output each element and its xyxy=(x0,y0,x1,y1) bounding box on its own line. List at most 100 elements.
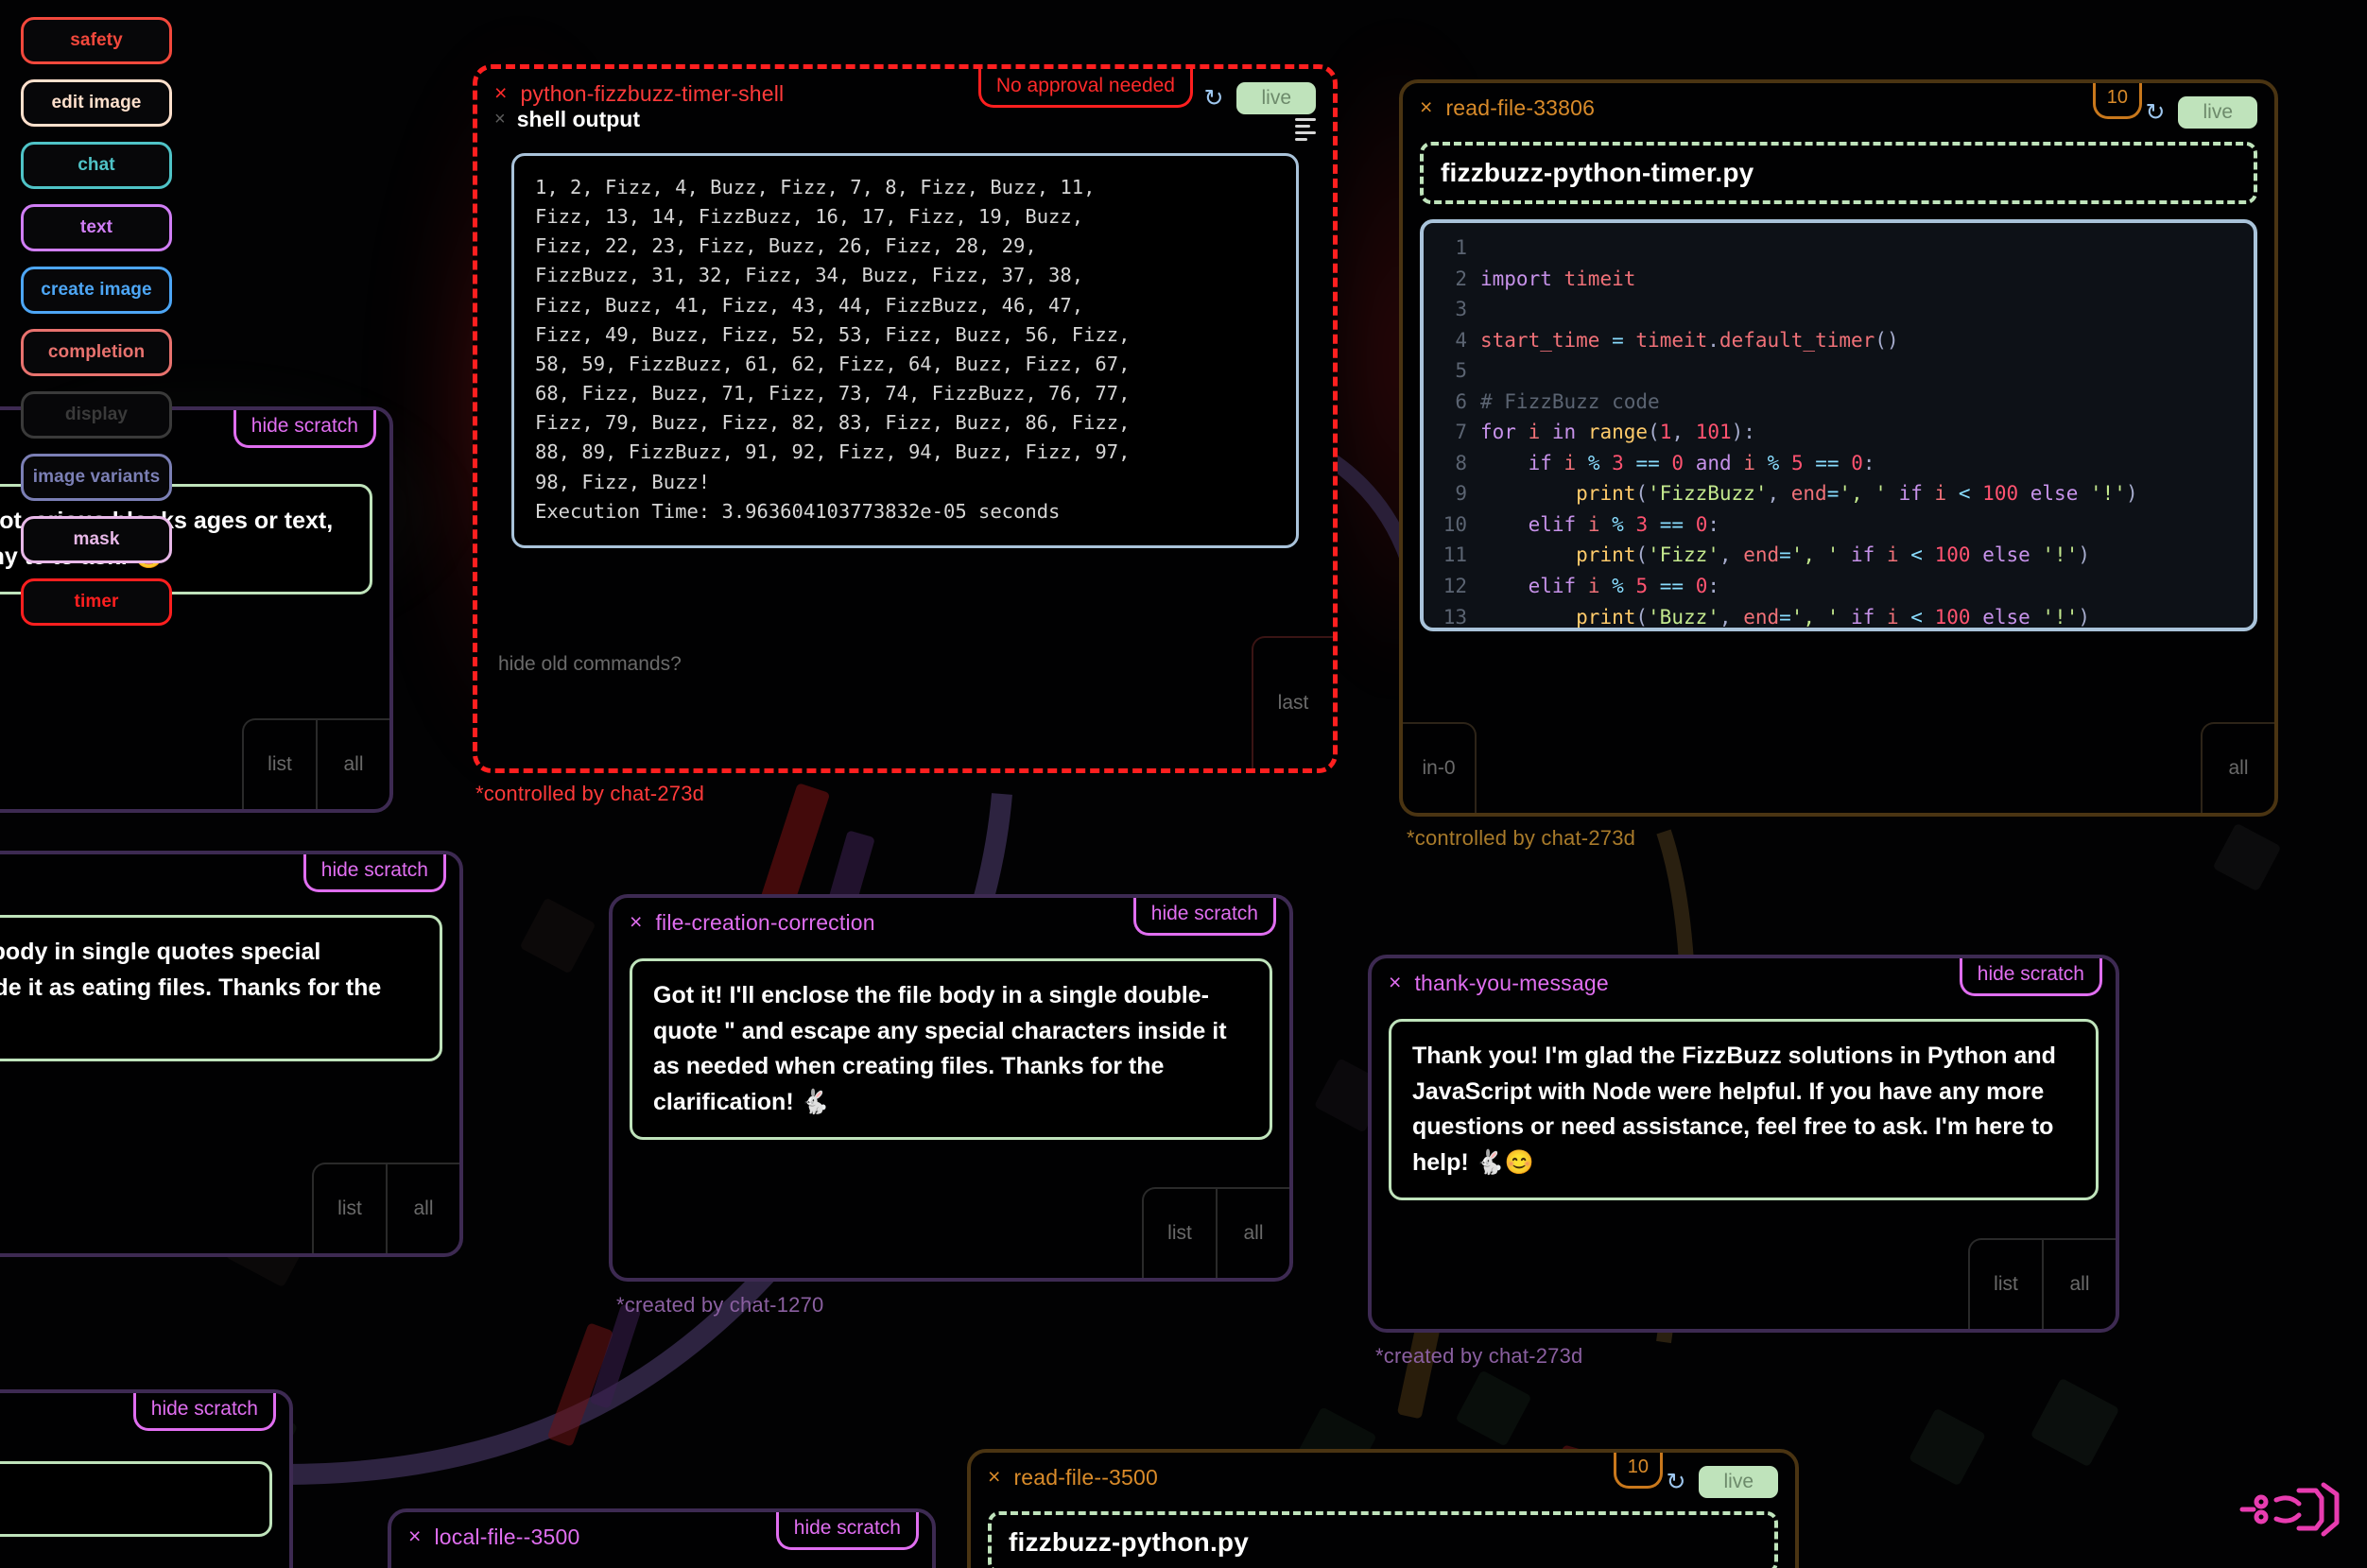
code-line: 13 print('Buzz', end=', ' if i < 100 els… xyxy=(1429,602,2248,628)
app-logo xyxy=(2239,1482,2340,1537)
palette-button-completion[interactable]: completion xyxy=(21,329,172,376)
localfile-node[interactable]: × local-file--3500 hide scratch xyxy=(388,1508,936,1568)
palette-button-timer[interactable]: timer xyxy=(21,578,172,626)
thankyou-node-footer: list all xyxy=(1372,1238,2116,1329)
hide-scratch-button[interactable]: hide scratch xyxy=(1132,898,1276,936)
single-quotes-node[interactable]: te hide scratch nclose the file body in … xyxy=(0,851,463,1257)
readfile-node-footer: in-0 all xyxy=(1403,722,2274,813)
hide-scratch-button[interactable]: hide scratch xyxy=(1959,958,2102,996)
shard xyxy=(1908,1407,1987,1487)
code-line: 7 for i in range(1, 101): xyxy=(1429,417,2248,448)
close-icon[interactable]: × xyxy=(988,1466,1000,1488)
refresh-icon[interactable]: ↻ xyxy=(1204,86,1224,111)
readfile-node[interactable]: × read-file-33806 10 ↻ live fizzbuzz-pyt… xyxy=(1399,79,2278,850)
shard xyxy=(589,1303,642,1409)
palette-button-create-image[interactable]: create image xyxy=(21,267,172,314)
readfile-node-header: × read-file-33806 10 ↻ live xyxy=(1403,83,2274,129)
correction-node-title: file-creation-correction xyxy=(655,910,875,935)
palette-sidebar: safety edit image chat text create image comp… xyxy=(21,17,172,626)
line-number: 3 xyxy=(1455,298,1467,321)
localfile-node-header: × local-file--3500 hide scratch xyxy=(391,1512,932,1558)
all-button[interactable]: all xyxy=(2042,1238,2116,1329)
close-icon[interactable]: × xyxy=(630,911,642,933)
code-text: # FizzBuzz code xyxy=(1480,389,1660,413)
hide-scratch-button[interactable]: hide scratch xyxy=(302,854,446,892)
code-line: 5 xyxy=(1429,355,2248,387)
thankyou-node-header: × thank-you-message hide scratch xyxy=(1372,958,2116,1004)
all-button[interactable]: all xyxy=(1216,1187,1289,1278)
correction-node-caption: *created by chat-1270 xyxy=(616,1293,824,1317)
code-line: 1 xyxy=(1429,233,2248,264)
thankyou-node[interactable]: × thank-you-message hide scratch Thank y… xyxy=(1368,955,2119,1368)
readfile2-node-header: × read-file--3500 10 ↻ live xyxy=(971,1453,1795,1498)
hide-scratch-button[interactable]: hide scratch xyxy=(775,1512,919,1550)
list-button[interactable]: list xyxy=(1968,1238,2042,1329)
line-number: 5 xyxy=(1455,359,1467,383)
refresh-icon[interactable]: ↻ xyxy=(1667,1470,1686,1494)
palette-button-display[interactable]: display xyxy=(21,391,172,439)
palette-button-chat[interactable]: chat xyxy=(21,142,172,189)
bottom-left-node[interactable]: hide scratch py xyxy=(0,1389,293,1568)
code-line: 2 import timeit xyxy=(1429,264,2248,295)
refresh-icon[interactable]: ↻ xyxy=(2146,100,2166,125)
code-line: 11 print('Fizz', end=', ' if i < 100 els… xyxy=(1429,540,2248,571)
code-text: print('Fizz', end=', ' if i < 100 else '… xyxy=(1576,543,2091,567)
list-view-icon[interactable] xyxy=(1295,118,1316,145)
shell-node-header: × python-fizzbuzz-timer-shell No approva… xyxy=(477,69,1333,114)
list-button[interactable]: list xyxy=(242,718,316,809)
bottom-left-node-header: hide scratch xyxy=(0,1393,289,1439)
all-button[interactable]: all xyxy=(316,718,389,809)
shell-node[interactable]: × python-fizzbuzz-timer-shell No approva… xyxy=(473,64,1338,805)
close-icon[interactable]: × xyxy=(494,82,507,104)
shard xyxy=(519,897,596,974)
list-button[interactable]: list xyxy=(312,1163,386,1253)
line-number: 2 xyxy=(1455,267,1467,290)
shard xyxy=(2212,822,2282,892)
live-badge[interactable]: live xyxy=(1699,1466,1778,1498)
code-viewer[interactable]: 1 2 import timeit 3 4 start_time = timeit.def… xyxy=(1420,219,2257,631)
code-line: 12 elif i % 5 == 0: xyxy=(1429,571,2248,602)
count-badge[interactable]: 10 xyxy=(1613,1453,1663,1489)
palette-button-mask[interactable]: mask xyxy=(21,516,172,563)
readfile2-node-title: read-file--3500 xyxy=(1013,1465,1159,1490)
code-line: 6 # FizzBuzz code xyxy=(1429,387,2248,418)
filename-field[interactable]: fizzbuzz-python-timer.py xyxy=(1420,142,2257,204)
in-port-button[interactable]: in-0 xyxy=(1403,722,1477,813)
count-badge[interactable]: 10 xyxy=(2092,83,2142,119)
canvas-workspace: safety edit image chat text create image comp… xyxy=(0,0,2367,1568)
line-number: 6 xyxy=(1455,389,1467,413)
line-number: 11 xyxy=(1443,543,1467,567)
list-button[interactable]: list xyxy=(1142,1187,1216,1278)
readfile2-node[interactable]: × read-file--3500 10 ↻ live fizzbuzz-pyt… xyxy=(967,1449,1799,1568)
live-badge[interactable]: live xyxy=(2178,96,2257,129)
thankyou-node-caption: *created by chat-273d xyxy=(1375,1344,1583,1368)
palette-button-image-variants[interactable]: image variants xyxy=(21,454,172,501)
palette-button-safety[interactable]: safety xyxy=(21,17,172,64)
localfile-node-title: local-file--3500 xyxy=(434,1525,580,1549)
all-button[interactable]: all xyxy=(386,1163,459,1253)
last-button[interactable]: last xyxy=(1252,636,1333,768)
hide-scratch-button[interactable]: hide scratch xyxy=(233,410,376,448)
all-button[interactable]: all xyxy=(2201,722,2274,813)
palette-button-edit-image[interactable]: edit image xyxy=(21,79,172,127)
shard xyxy=(1455,1370,1532,1447)
hide-old-commands-label[interactable]: hide old commands? xyxy=(498,653,682,676)
close-icon[interactable]: × xyxy=(1389,972,1401,993)
code-text: elif i % 3 == 0: xyxy=(1528,512,1720,536)
correction-node[interactable]: × file-creation-correction hide scratch … xyxy=(609,894,1293,1317)
single-quotes-node-header: te hide scratch xyxy=(0,854,459,900)
close-icon[interactable]: × xyxy=(1420,96,1432,118)
code-text: for i in range(1, 101): xyxy=(1480,421,1755,444)
line-number: 12 xyxy=(1443,575,1467,598)
hide-scratch-button[interactable]: hide scratch xyxy=(132,1393,276,1431)
code-line: 9 print('FizzBuzz', end=', ' if i < 100 … xyxy=(1429,478,2248,509)
close-icon[interactable]: × xyxy=(408,1525,421,1547)
line-number: 10 xyxy=(1443,512,1467,536)
approval-status-badge[interactable]: No approval needed xyxy=(977,69,1193,108)
live-badge[interactable]: live xyxy=(1236,82,1316,114)
code-text: start_time = timeit.default_timer() xyxy=(1480,328,1899,352)
filename-field[interactable]: fizzbuzz-python.py xyxy=(988,1511,1778,1568)
palette-button-text[interactable]: text xyxy=(21,204,172,251)
readfile-node-caption: *controlled by chat-273d xyxy=(1407,826,1636,850)
